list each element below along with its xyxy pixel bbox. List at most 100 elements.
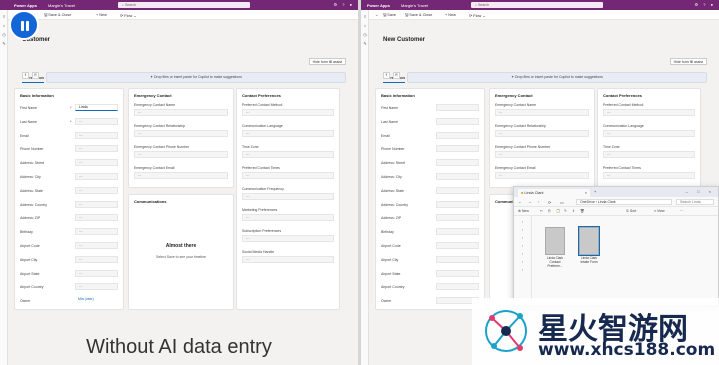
view-icon[interactable]: ▭: [560, 200, 564, 205]
field-input[interactable]: [436, 242, 479, 249]
save-close-button[interactable]: 🖫 Save & Close: [44, 13, 71, 19]
new-tab-button[interactable]: +: [594, 189, 596, 194]
attach-button[interactable]: ⇑: [22, 72, 29, 79]
field-select[interactable]: ---: [242, 256, 334, 263]
home-icon[interactable]: ⌂: [0, 23, 8, 28]
copy-button[interactable]: ⎘: [393, 72, 400, 79]
attach-button[interactable]: ⇑: [383, 72, 390, 79]
field-select[interactable]: ---: [242, 214, 334, 221]
pin-icon[interactable]: ✎: [361, 41, 369, 46]
delete-icon[interactable]: 🗑: [580, 209, 584, 213]
nav-chevron-icon[interactable]: ›: [522, 220, 531, 224]
copilot-drop-zone[interactable]: ✦ Drop files or insert paste for Copilot…: [46, 72, 346, 83]
field-input[interactable]: ---: [75, 117, 118, 125]
explorer-search-input[interactable]: Search Linda: [676, 199, 714, 205]
field-input[interactable]: [436, 186, 479, 194]
copilot-drop-zone[interactable]: ✦ Drop files or insert paste for Copilot…: [407, 72, 707, 83]
field-input[interactable]: [436, 228, 479, 236]
field-input[interactable]: ---: [75, 214, 118, 222]
app-name[interactable]: Power Apps: [367, 3, 390, 8]
file-explorer-window[interactable]: ■ Linda Clark × + – □ × ← → ↑ ⟳ ▭ OneDri…: [513, 186, 719, 307]
nav-chevron-icon[interactable]: ›: [522, 252, 531, 256]
up-arrow-icon[interactable]: ↑: [538, 200, 540, 204]
field-select[interactable]: ---: [134, 151, 228, 158]
field-input[interactable]: [436, 145, 479, 153]
topbar-icons[interactable]: ⚙ ? ●: [334, 2, 354, 7]
nav-chevron-icon[interactable]: ›: [522, 236, 531, 240]
more-icon[interactable]: ···: [680, 209, 684, 213]
window-controls[interactable]: – □ ×: [686, 189, 715, 194]
field-select[interactable]: ---: [242, 235, 334, 242]
rename-icon[interactable]: ✎: [564, 209, 567, 213]
field-input[interactable]: [436, 104, 479, 111]
field-input[interactable]: [436, 269, 479, 277]
topbar-icons[interactable]: ⚙ ? ●: [695, 2, 715, 7]
cut-icon[interactable]: ✂: [540, 209, 543, 213]
field-input[interactable]: ---: [75, 228, 118, 236]
back-button[interactable]: ←: [375, 13, 379, 17]
field-input[interactable]: [436, 117, 479, 125]
pause-button[interactable]: [9, 10, 39, 40]
field-select[interactable]: ---: [134, 109, 228, 116]
nav-chevron-icon[interactable]: ›: [522, 228, 531, 232]
field-input[interactable]: [436, 214, 479, 222]
field-select[interactable]: ---: [134, 172, 228, 179]
field-input[interactable]: [436, 131, 479, 139]
save-button[interactable]: 🖫 Save: [383, 13, 396, 19]
field-select[interactable]: ---: [603, 172, 695, 179]
field-select[interactable]: ---: [603, 151, 695, 158]
field-input[interactable]: ---: [75, 283, 118, 291]
field-select[interactable]: ---: [495, 172, 589, 179]
field-select[interactable]: ---: [495, 130, 589, 137]
file-item[interactable]: Linda Clark Intake Form: [578, 226, 600, 267]
address-bar[interactable]: OneDrive › Linda Clark: [576, 199, 672, 205]
field-input[interactable]: ---: [75, 242, 118, 249]
field-input[interactable]: Linda: [75, 104, 118, 111]
close-icon[interactable]: ×: [585, 191, 587, 195]
sort-button[interactable]: ⇅ Sort: [626, 209, 636, 213]
explorer-tab[interactable]: ■ Linda Clark ×: [518, 189, 590, 197]
home-icon[interactable]: ⌂: [361, 23, 369, 28]
menu-icon[interactable]: ≡: [0, 14, 8, 19]
field-input[interactable]: ---: [75, 200, 118, 208]
field-select[interactable]: ---: [242, 109, 334, 116]
search-box[interactable]: ⌕ Search: [471, 2, 603, 8]
field-input[interactable]: ---: [75, 131, 118, 139]
view-button[interactable]: ≡ View: [654, 209, 665, 213]
field-select[interactable]: ---: [242, 151, 334, 158]
environment-name[interactable]: Margie's Travel: [401, 3, 428, 8]
new-button[interactable]: + New: [96, 13, 107, 17]
field-input[interactable]: ---: [75, 255, 118, 263]
app-name[interactable]: Power Apps: [14, 3, 37, 8]
copy-icon[interactable]: ⎘: [548, 209, 551, 213]
save-close-button[interactable]: 🖫 Save & Close: [405, 13, 432, 19]
field-input[interactable]: ---: [75, 159, 118, 167]
nav-chevron-icon[interactable]: ›: [522, 268, 531, 272]
flow-button[interactable]: ⟳ Flow ⌄: [469, 13, 486, 18]
pin-icon[interactable]: ✎: [0, 41, 8, 46]
field-input[interactable]: [436, 255, 479, 263]
refresh-icon[interactable]: ⟳: [548, 200, 551, 205]
back-arrow-icon[interactable]: ←: [518, 200, 522, 204]
field-select[interactable]: ---: [242, 130, 334, 137]
copy-button[interactable]: ⎘: [32, 72, 39, 79]
field-select[interactable]: ---: [495, 151, 589, 158]
nav-chevron-icon[interactable]: ›: [522, 244, 531, 248]
field-input[interactable]: [436, 283, 479, 291]
field-select[interactable]: ---: [242, 193, 334, 200]
field-input[interactable]: [436, 200, 479, 208]
file-item[interactable]: Linda Clark Contact Preferen...: [544, 227, 566, 268]
forward-arrow-icon[interactable]: →: [528, 200, 532, 204]
field-input[interactable]: [436, 173, 479, 180]
field-select[interactable]: ---: [603, 130, 695, 137]
owner-lookup[interactable]: Mia (user): [75, 297, 118, 304]
field-input[interactable]: ---: [75, 186, 118, 194]
hide-form-fill-button[interactable]: Hide form fill assist: [308, 58, 346, 65]
environment-name[interactable]: Margie's Travel: [48, 3, 75, 8]
field-select[interactable]: ---: [495, 109, 589, 116]
field-input[interactable]: [436, 159, 479, 167]
hide-form-fill-button[interactable]: Hide form fill assist: [669, 58, 707, 65]
nav-chevron-icon[interactable]: ›: [522, 260, 531, 264]
new-button[interactable]: ⊕ New: [518, 209, 529, 213]
field-input[interactable]: ---: [75, 173, 118, 180]
